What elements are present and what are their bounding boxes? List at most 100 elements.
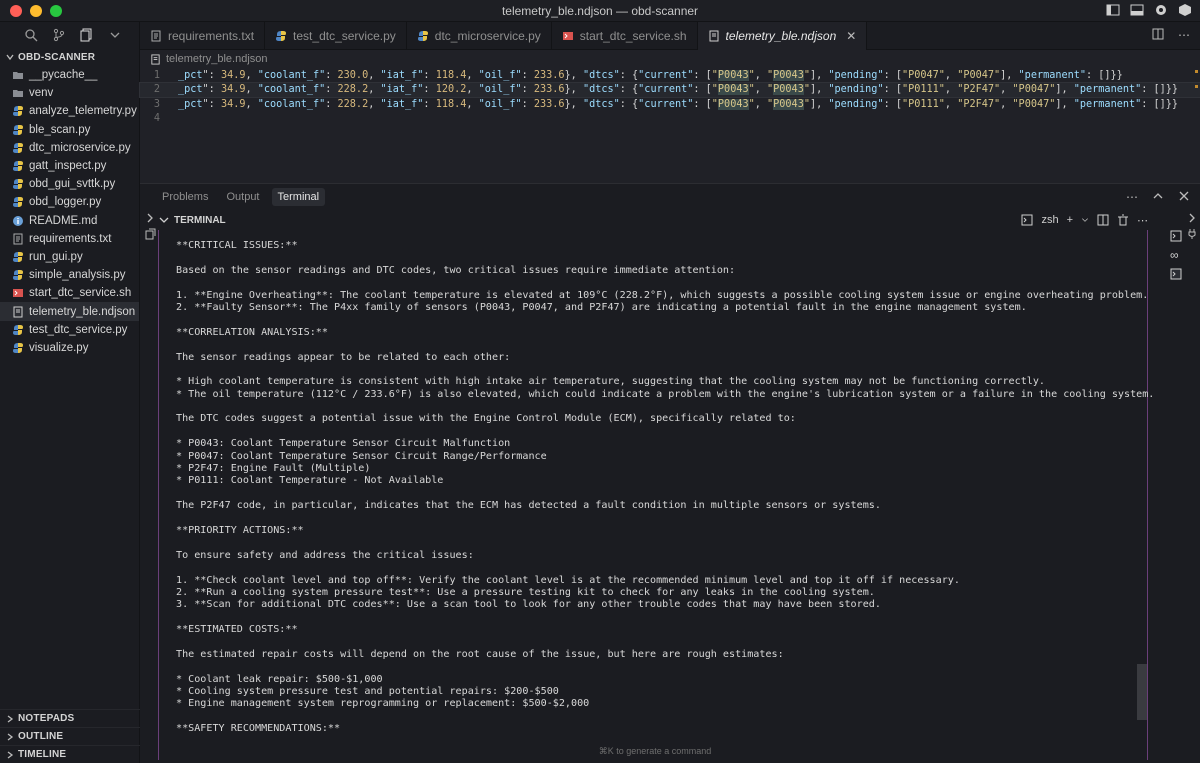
- python-file-icon: [13, 179, 23, 190]
- file-item[interactable]: obd_logger.py: [0, 193, 139, 211]
- terminal-line: **SAFETY RECOMMENDATIONS:**: [176, 723, 341, 735]
- file-item[interactable]: start_dtc_service.sh: [0, 284, 139, 302]
- cube-icon[interactable]: [1178, 3, 1192, 17]
- file-item[interactable]: analyze_telemetry.py: [0, 102, 139, 120]
- add-terminal-icon[interactable]: +: [1067, 214, 1073, 226]
- python-file-icon: [13, 197, 23, 208]
- line-content: _pct": 34.9, "coolant_f": 230.0, "iat_f"…: [178, 69, 1123, 81]
- tab-terminal[interactable]: Terminal: [271, 188, 326, 206]
- code-line[interactable]: 3 _pct": 34.9, "coolant_f": 228.2, "iat_f…: [140, 97, 1200, 112]
- toggle-sidebar-icon[interactable]: [1106, 3, 1120, 17]
- maximize-window-button[interactable]: [50, 4, 62, 17]
- terminal-line: 2. **Faulty Sensor**: The P4xx family of…: [176, 301, 1027, 313]
- file-item[interactable]: obd_gui_svttk.py: [0, 175, 139, 193]
- chevron-down-icon[interactable]: [108, 28, 122, 42]
- file-item[interactable]: README.md: [0, 212, 139, 230]
- file-item[interactable]: simple_analysis.py: [0, 266, 139, 284]
- terminal-line: * P0111: Coolant Temperature - Not Avail…: [176, 475, 444, 487]
- minimize-window-button[interactable]: [30, 4, 42, 17]
- terminal-line: * P0043: Coolant Temperature Sensor Circ…: [176, 438, 511, 450]
- editor-tab[interactable]: telemetry_ble.ndjson ✕: [697, 22, 868, 50]
- editor-tab[interactable]: dtc_microservice.py: [407, 22, 552, 50]
- explorer-root-header[interactable]: OBD-SCANNER: [0, 48, 139, 66]
- tab-problems[interactable]: Problems: [156, 188, 214, 206]
- terminal-line: * P2F47: Engine Fault (Multiple): [176, 463, 371, 475]
- file-item[interactable]: venv: [0, 84, 139, 102]
- file-name: dtc_microservice.py: [29, 141, 131, 154]
- file-name: run_gui.py: [29, 250, 83, 263]
- split-terminal-icon[interactable]: [1097, 214, 1109, 226]
- file-item[interactable]: visualize.py: [0, 339, 139, 357]
- file-item[interactable]: requirements.txt: [0, 230, 139, 248]
- terminal-output[interactable]: **CRITICAL ISSUES:** Based on the sensor …: [176, 240, 1154, 736]
- shell-name[interactable]: zsh: [1041, 214, 1058, 226]
- explorer-root-label: OBD-SCANNER: [18, 51, 96, 63]
- python-file-icon: [276, 31, 287, 41]
- code-line[interactable]: 2 _pct": 34.9, "coolant_f": 228.2, "iat_f…: [139, 81, 1200, 98]
- source-control-icon[interactable]: [52, 28, 66, 42]
- terminal-line: * Cooling system pressure test and poten…: [176, 686, 559, 698]
- editor-tab[interactable]: requirements.txt: [140, 22, 266, 50]
- window-title: telemetry_ble.ndjson — obd-scanner: [501, 3, 699, 18]
- trash-icon[interactable]: [1117, 214, 1129, 226]
- editor-tab[interactable]: start_dtc_service.sh: [552, 22, 698, 50]
- line-number: 1: [153, 69, 160, 81]
- code-line[interactable]: 1 _pct": 34.9, "coolant_f": 230.0, "iat_f…: [140, 68, 1200, 83]
- file-item[interactable]: gatt_inspect.py: [0, 157, 139, 175]
- window-controls: [10, 4, 62, 17]
- terminal-header: TERMINAL zsh + ⋯: [158, 210, 1148, 230]
- close-icon[interactable]: [1178, 190, 1190, 202]
- section-notepads[interactable]: NOTEPADS: [0, 709, 140, 727]
- settings-gear-icon[interactable]: [1154, 3, 1168, 17]
- file-name: telemetry_ble.ndjson: [29, 305, 136, 318]
- split-editor-icon[interactable]: [1152, 28, 1164, 40]
- chevron-right-icon[interactable]: [144, 212, 156, 224]
- terminal-icon[interactable]: [1170, 268, 1182, 280]
- breadcrumb-file[interactable]: telemetry_ble.ndjson: [166, 53, 268, 65]
- close-icon[interactable]: ✕: [846, 29, 856, 43]
- file-item[interactable]: test_dtc_service.py: [0, 321, 139, 339]
- terminal-line: * High coolant temperature is consistent…: [176, 376, 1046, 388]
- python-file-icon: [13, 106, 23, 117]
- terminal-line: 2. **Run a cooling system pressure test*…: [176, 586, 875, 598]
- chevron-right-icon: [7, 750, 14, 759]
- line-content: _pct": 34.9, "coolant_f": 228.2, "iat_f"…: [178, 98, 1179, 110]
- tab-label: test_dtc_service.py: [293, 29, 396, 43]
- explorer-files-icon[interactable]: [80, 28, 94, 42]
- plug-icon[interactable]: [1186, 228, 1198, 240]
- tab-list: requirements.txt test_dtc_service.py dtc_m…: [140, 22, 868, 50]
- editor-tab[interactable]: test_dtc_service.py: [265, 22, 407, 50]
- terminal-icon[interactable]: [1170, 230, 1182, 242]
- code-line[interactable]: 4: [140, 112, 1200, 127]
- more-actions-icon[interactable]: ⋯: [1137, 214, 1148, 227]
- close-window-button[interactable]: [10, 4, 22, 17]
- more-actions-icon[interactable]: ⋯: [1178, 28, 1190, 42]
- infinity-icon[interactable]: ∞: [1170, 248, 1182, 262]
- toggle-panel-icon[interactable]: [1130, 3, 1144, 17]
- search-icon[interactable]: [24, 28, 38, 42]
- tab-output[interactable]: Output: [220, 188, 265, 206]
- chevron-down-icon[interactable]: [158, 214, 170, 226]
- file-item[interactable]: ble_scan.py: [0, 121, 139, 139]
- file-item[interactable]: run_gui.py: [0, 248, 139, 266]
- chevron-right-icon[interactable]: [1186, 212, 1198, 224]
- terminal-line: To ensure safety and address the critica…: [176, 549, 474, 561]
- terminal-scrollbar[interactable]: [1137, 664, 1147, 720]
- chevron-down-icon[interactable]: [1081, 214, 1089, 226]
- panel-tabs: Problems Output Terminal: [140, 184, 1200, 210]
- file-item[interactable]: __pycache__: [0, 66, 139, 84]
- section-timeline[interactable]: TIMELINE: [0, 745, 140, 763]
- terminal-line: Based on the sensor readings and DTC cod…: [176, 264, 736, 276]
- file-item[interactable]: telemetry_ble.ndjson: [0, 302, 139, 321]
- section-outline[interactable]: OUTLINE: [0, 727, 140, 745]
- more-actions-icon[interactable]: ⋯: [1126, 190, 1138, 204]
- file-item[interactable]: dtc_microservice.py: [0, 139, 139, 157]
- new-file-icon[interactable]: [144, 228, 156, 240]
- breadcrumb: telemetry_ble.ndjson: [140, 50, 1200, 68]
- chevron-up-icon[interactable]: [1152, 190, 1164, 202]
- code-editor[interactable]: telemetry_ble.ndjson 1 _pct": 34.9, "cool…: [139, 50, 1200, 183]
